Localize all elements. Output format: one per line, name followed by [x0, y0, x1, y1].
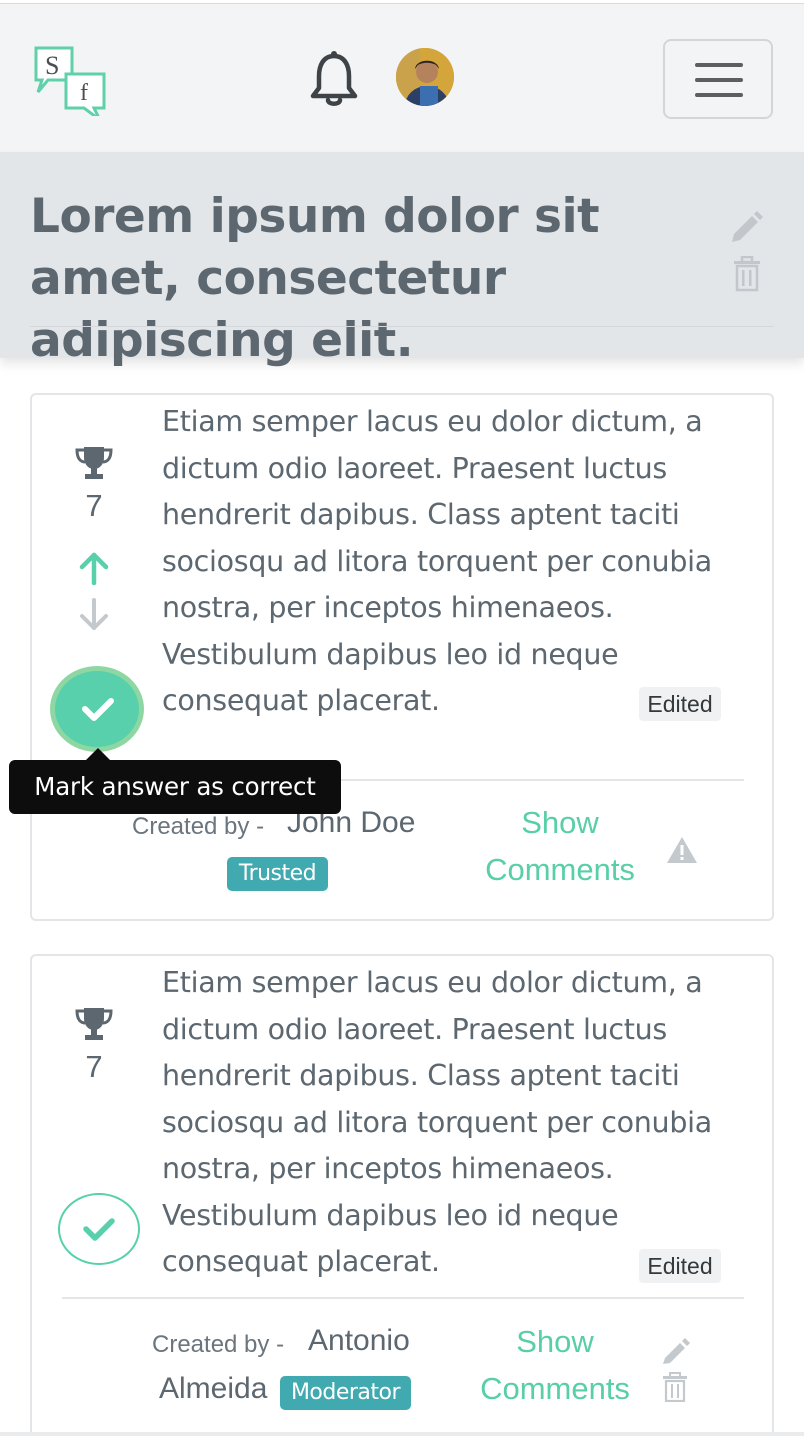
edited-badge: Edited	[639, 687, 721, 721]
answer-card: 7 Etiam semper lacus eu dolor dictum, a …	[30, 954, 774, 1436]
mark-correct-button[interactable]	[50, 666, 144, 752]
answer-body: Etiam semper lacus eu dolor dictum, a di…	[162, 966, 712, 1278]
answer-card: 7 Etiam semper lacus eu dolor dictum, a …	[30, 393, 774, 921]
divider	[30, 326, 774, 327]
hamburger-line	[695, 78, 743, 82]
vote-count: 7	[85, 1049, 103, 1084]
vote-count: 7	[85, 488, 103, 523]
author-name[interactable]: Antonio	[308, 1324, 410, 1358]
moderator-badge: Moderator	[280, 1376, 411, 1410]
pencil-icon[interactable]	[728, 208, 764, 244]
author-name-continued[interactable]: Almeida	[159, 1372, 267, 1406]
edited-badge: Edited	[639, 1249, 721, 1283]
menu-button[interactable]	[663, 39, 773, 119]
logo[interactable]: S f	[34, 44, 106, 122]
bell-icon[interactable]	[306, 50, 362, 110]
hamburger-line	[695, 93, 743, 97]
report-warning-icon[interactable]	[666, 836, 698, 864]
created-by-label: Created by -	[132, 813, 265, 840]
show-comments-link[interactable]: Show Comments	[470, 799, 650, 893]
trophy-icon	[74, 445, 114, 481]
downvote-arrow-icon[interactable]	[76, 598, 112, 632]
divider	[62, 1297, 744, 1299]
trash-icon[interactable]	[662, 1372, 688, 1403]
upvote-arrow-icon[interactable]	[76, 551, 112, 586]
svg-text:S: S	[45, 51, 59, 80]
question-header: Lorem ipsum dolor sit amet, consectetur …	[0, 152, 804, 368]
bottom-border	[0, 1432, 804, 1436]
hamburger-line	[695, 63, 743, 67]
mark-correct-button[interactable]	[58, 1193, 140, 1265]
answer-body: Etiam semper lacus eu dolor dictum, a di…	[162, 405, 712, 717]
svg-text:f: f	[80, 80, 88, 106]
tooltip-arrow	[86, 748, 110, 760]
navbar: S f	[0, 4, 804, 152]
avatar[interactable]	[396, 48, 454, 106]
trusted-badge: Trusted	[227, 857, 328, 891]
tooltip: Mark answer as correct	[9, 760, 341, 814]
pencil-icon[interactable]	[660, 1336, 690, 1366]
trash-icon[interactable]	[732, 255, 762, 292]
created-by-label: Created by -	[152, 1331, 285, 1358]
question-title: Lorem ipsum dolor sit amet, consectetur …	[30, 189, 600, 368]
show-comments-link[interactable]: Show Comments	[465, 1318, 645, 1412]
trophy-icon	[74, 1006, 114, 1042]
